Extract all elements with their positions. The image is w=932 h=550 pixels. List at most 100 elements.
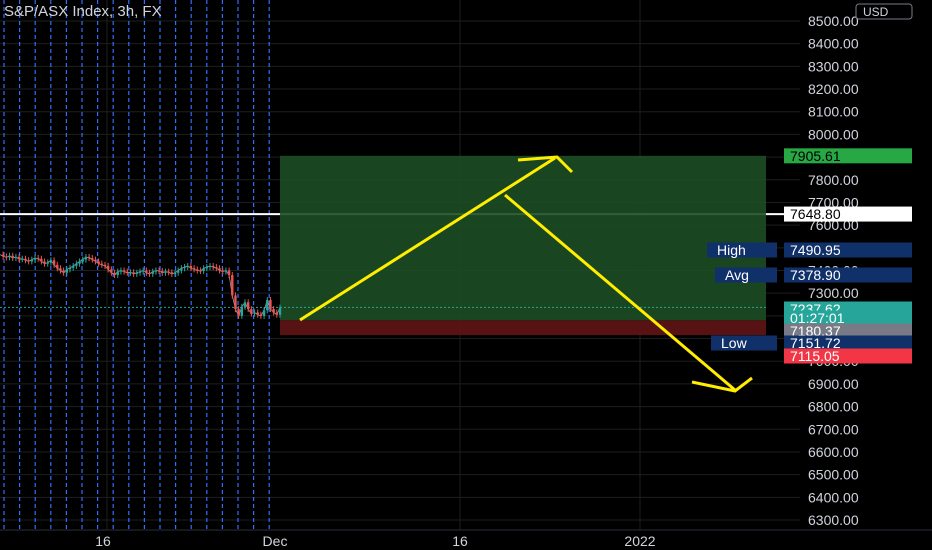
y-tick-label: 8400.00	[808, 36, 859, 52]
candle-body	[116, 271, 119, 276]
candle-body	[129, 272, 132, 274]
candle-body	[208, 265, 212, 268]
chart-title: S&P/ASX Index, 3h, FX	[4, 3, 162, 20]
candle-body	[250, 309, 253, 314]
candle-body	[224, 270, 228, 272]
candle-body	[100, 263, 104, 265]
candle-body	[218, 268, 221, 271]
candle-body	[21, 258, 24, 260]
candle-body	[5, 256, 8, 258]
candle-body	[110, 269, 113, 273]
y-tick-label: 6300.00	[808, 512, 859, 528]
candle-body	[231, 275, 234, 296]
candle-body	[164, 271, 167, 273]
candle-body	[49, 260, 53, 263]
y-tick-label: 8000.00	[808, 126, 859, 142]
candle-body	[211, 265, 215, 268]
price-label-text: 7115.05	[790, 348, 840, 364]
candle-body	[1, 254, 5, 257]
candle-body	[87, 256, 91, 259]
price-chart[interactable]: S&P/ASX Index, 3h, FX 6300.00 6400.00 6500.…	[0, 0, 932, 550]
candle-body	[132, 272, 135, 274]
candle-body	[113, 272, 116, 276]
candle-body	[227, 270, 231, 276]
candle-body	[71, 265, 75, 268]
price-label-text: 7905.61	[790, 148, 841, 164]
candle-body	[275, 312, 279, 315]
candle-body	[215, 267, 218, 269]
price-label-text: 7648.80	[790, 206, 841, 222]
x-tick-label: 2022	[624, 533, 655, 549]
candle-body	[59, 268, 62, 271]
candle-body	[186, 265, 189, 268]
candle-body	[145, 270, 148, 273]
candle-body	[269, 299, 272, 310]
candle-body	[253, 312, 256, 314]
candle-body	[119, 270, 123, 272]
candle-body	[148, 272, 151, 274]
candle-body	[205, 267, 209, 269]
candle-body	[40, 258, 43, 262]
candle-body	[141, 270, 145, 272]
candle-body	[221, 270, 224, 272]
candle-body	[180, 268, 183, 271]
loss-zone[interactable]	[280, 320, 766, 336]
candle-body	[202, 268, 205, 271]
candle-body	[173, 272, 177, 274]
candle-body	[36, 258, 40, 260]
candle-body	[43, 261, 46, 264]
candle-body	[91, 258, 94, 260]
candle-body	[56, 264, 59, 269]
candle-body	[170, 272, 174, 274]
candle-body	[122, 270, 126, 272]
candle-body	[189, 265, 193, 269]
candle-body	[199, 270, 202, 272]
y-tick-label: 6700.00	[808, 421, 859, 437]
x-tick-label: 16	[452, 533, 468, 549]
x-tick-label: 16	[95, 533, 111, 549]
candle-body	[33, 258, 37, 260]
price-label-text: 7378.90	[790, 267, 841, 283]
candle-body	[52, 260, 56, 265]
candle-body	[11, 255, 14, 259]
candle-body	[151, 271, 154, 274]
candle-body	[161, 270, 164, 273]
candle-body	[30, 259, 34, 262]
candle-body	[278, 307, 282, 315]
candle-body	[154, 270, 158, 272]
candle-body	[78, 261, 81, 264]
candle-body	[106, 265, 110, 270]
chart-screen: S&P/ASX Index, 3h, FX 6300.00 6400.00 6500.…	[0, 0, 932, 550]
stat-tag-label: Low	[721, 335, 748, 351]
candle-body	[84, 256, 88, 260]
candle-body	[183, 267, 186, 269]
candle-body	[262, 310, 266, 316]
candle-body	[68, 267, 72, 270]
y-tick-label: 8100.00	[808, 104, 859, 120]
candle-body	[8, 255, 11, 258]
candle-body	[272, 309, 275, 313]
profit-zone[interactable]	[280, 155, 766, 321]
candle-body	[176, 270, 180, 273]
candle-body	[196, 269, 199, 271]
x-tick-label: Dec	[263, 533, 288, 549]
currency-label: USD	[863, 5, 889, 19]
y-tick-label: 7800.00	[808, 172, 859, 188]
price-series-line	[0, 254, 281, 317]
candle-body	[65, 269, 69, 273]
candle-body	[75, 263, 78, 266]
y-tick-label: 8300.00	[808, 58, 859, 74]
candle-body	[126, 271, 129, 273]
y-tick-label: 8500.00	[808, 13, 859, 29]
candle-body	[14, 256, 18, 259]
candle-body	[135, 272, 139, 274]
y-tick-label: 6600.00	[808, 444, 859, 460]
y-tick-label: 6900.00	[808, 376, 859, 392]
y-tick-label: 6500.00	[808, 467, 859, 483]
candle-body	[234, 295, 237, 310]
candle-body	[97, 261, 100, 264]
candle-body	[46, 262, 49, 264]
candle-body	[240, 306, 244, 316]
candle-body	[24, 258, 27, 261]
candle-body	[246, 302, 250, 310]
